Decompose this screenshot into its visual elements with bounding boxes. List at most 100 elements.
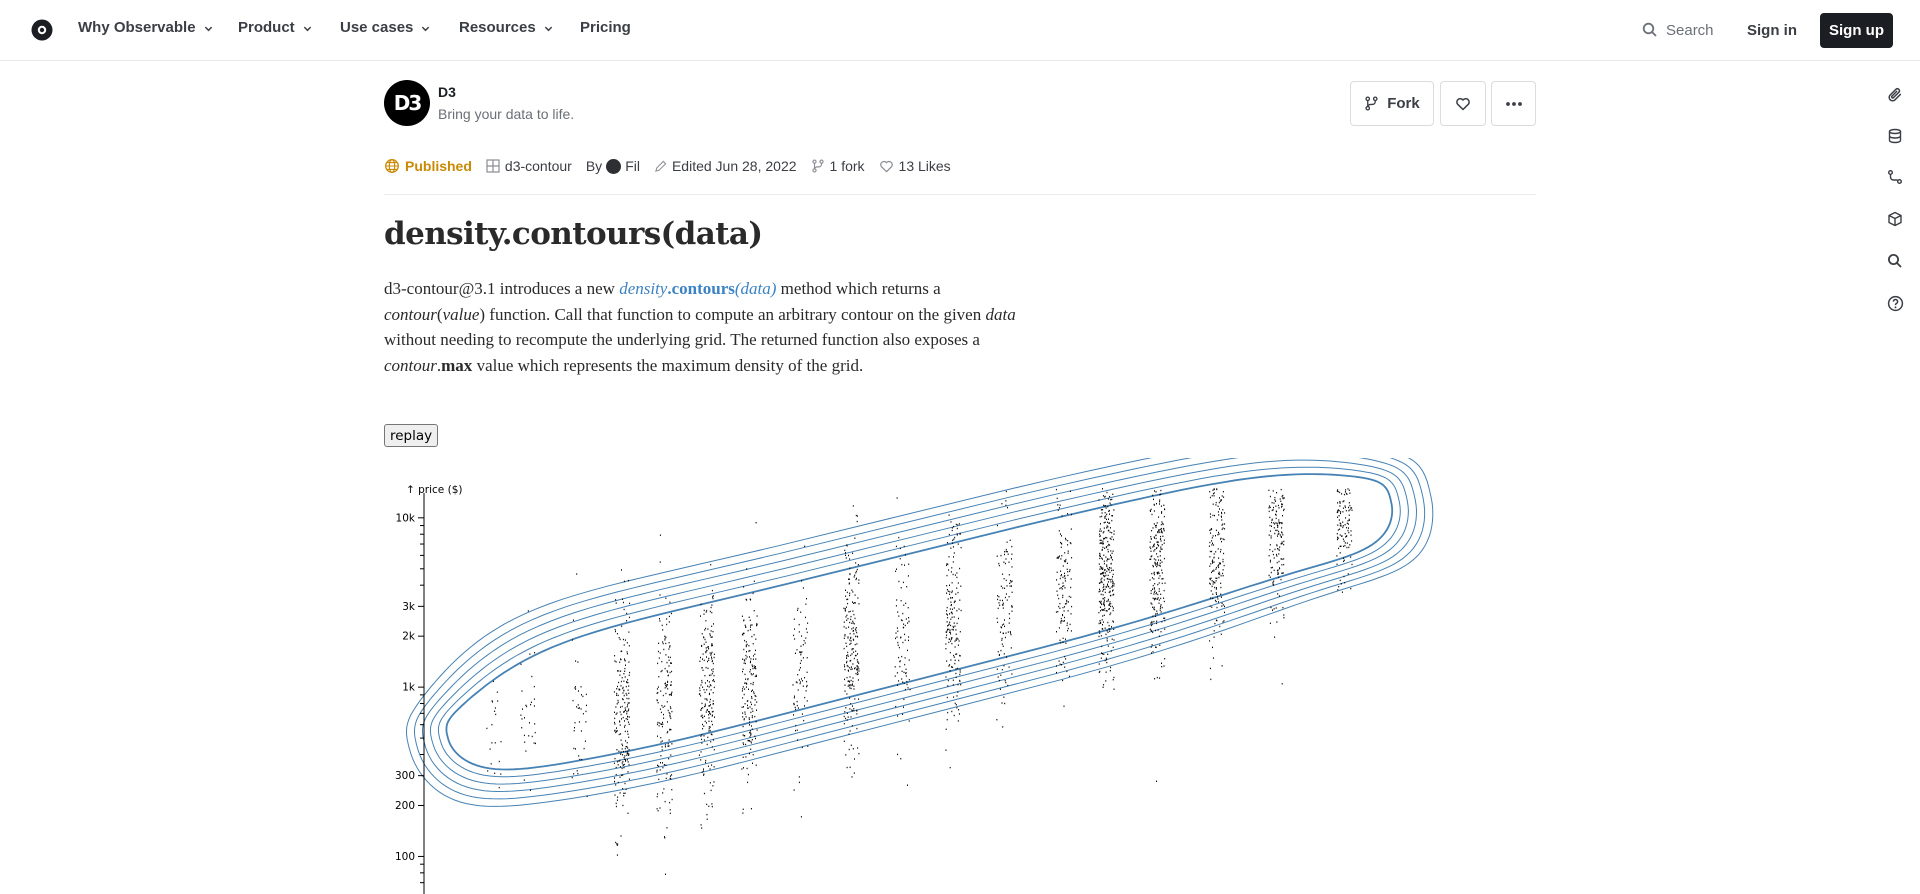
data-point: [1102, 495, 1104, 497]
data-point: [1111, 559, 1113, 561]
paperclip-icon[interactable]: [1884, 83, 1906, 105]
data-point: [947, 563, 949, 566]
data-point: [846, 614, 848, 616]
data-point: [850, 637, 852, 639]
nav-resources[interactable]: Resources: [459, 17, 553, 39]
data-point: [1059, 577, 1061, 580]
data-point: [1270, 606, 1272, 609]
data-point: [843, 637, 845, 639]
data-point: [658, 642, 660, 644]
data-point: [1268, 534, 1270, 536]
data-point: [1220, 499, 1222, 501]
data-point: [1100, 566, 1102, 569]
data-point: [1351, 540, 1353, 542]
data-point: [806, 671, 808, 673]
fork-button[interactable]: Fork: [1350, 81, 1434, 126]
data-point: [711, 589, 713, 592]
data-point: [750, 808, 752, 810]
data-point: [950, 547, 952, 549]
cube-icon[interactable]: [1884, 208, 1906, 230]
notebook-meta: Published d3-contour By Fil Edited Jun 2…: [384, 156, 965, 176]
data-point: [1001, 624, 1003, 626]
sign-in-link[interactable]: Sign in: [1747, 14, 1797, 46]
data-point: [1153, 544, 1154, 546]
data-point: [1060, 533, 1061, 535]
data-point: [1268, 505, 1270, 507]
nav-use-cases[interactable]: Use cases: [340, 17, 430, 39]
database-icon[interactable]: [1884, 125, 1906, 147]
author-avatar[interactable]: D3: [384, 80, 430, 126]
data-point: [955, 676, 957, 679]
data-point: [907, 607, 909, 609]
data-point: [1006, 599, 1008, 601]
published-badge[interactable]: Published: [384, 158, 472, 174]
data-point: [1103, 575, 1105, 577]
data-point: [1006, 551, 1008, 553]
data-point: [1110, 563, 1112, 565]
data-point: [849, 592, 851, 594]
nav-product[interactable]: Product: [238, 17, 312, 39]
data-point: [574, 687, 576, 689]
search-icon[interactable]: [1884, 250, 1906, 272]
data-point: [849, 573, 851, 575]
byline[interactable]: By Fil: [586, 158, 640, 174]
data-point: [706, 818, 708, 820]
data-point: [1215, 588, 1217, 590]
author-name[interactable]: D3: [438, 84, 456, 100]
data-point: [949, 631, 951, 633]
data-point: [905, 618, 907, 620]
data-point: [1348, 531, 1350, 534]
data-point: [849, 681, 851, 683]
data-point: [579, 758, 581, 761]
data-point: [1210, 678, 1212, 681]
collection-link[interactable]: d3-contour: [486, 158, 572, 174]
data-point: [617, 670, 618, 672]
likes-count[interactable]: 13 Likes: [879, 158, 951, 174]
data-point: [1099, 530, 1101, 532]
like-button[interactable]: [1440, 81, 1486, 126]
data-point: [795, 724, 797, 727]
data-point: [750, 599, 752, 601]
data-point: [713, 674, 715, 677]
data-point: [579, 707, 580, 709]
data-point: [1211, 537, 1213, 539]
nav-why-observable[interactable]: Why Observable: [78, 17, 213, 39]
data-point: [1351, 507, 1353, 509]
data-point: [619, 638, 621, 641]
data-point: [708, 646, 709, 648]
data-point: [626, 742, 628, 744]
help-icon[interactable]: [1884, 292, 1906, 314]
code-density-link[interactable]: density: [619, 279, 667, 298]
data-point: [1002, 573, 1004, 575]
replay-button[interactable]: replay: [384, 424, 439, 447]
data-point: [1103, 530, 1105, 533]
data-point: [755, 695, 757, 698]
data-point: [1109, 495, 1111, 498]
data-point: [711, 803, 713, 805]
data-point: [621, 677, 623, 679]
observable-logo[interactable]: [30, 18, 54, 42]
data-point: [898, 536, 900, 539]
data-point: [746, 656, 748, 658]
data-point: [1060, 546, 1062, 548]
sign-up-button[interactable]: Sign up: [1820, 13, 1893, 48]
forks-count[interactable]: 1 fork: [811, 158, 865, 174]
branch-icon[interactable]: [1884, 166, 1906, 188]
data-point: [1004, 551, 1006, 553]
search-button[interactable]: Search: [1642, 14, 1714, 46]
nav-pricing[interactable]: Pricing: [580, 17, 631, 39]
data-point: [665, 873, 666, 875]
data-point: [1105, 574, 1107, 577]
data-point: [1161, 527, 1163, 530]
data-point: [1336, 533, 1338, 535]
data-point: [520, 714, 522, 716]
data-point: [575, 688, 577, 690]
edited-date[interactable]: Edited Jun 28, 2022: [654, 158, 797, 174]
data-point: [1110, 650, 1112, 652]
data-point: [1213, 544, 1215, 546]
data-point: [945, 643, 947, 645]
more-options-button[interactable]: [1491, 81, 1536, 126]
data-point: [1151, 652, 1152, 654]
data-point: [749, 752, 750, 755]
code-contours-link[interactable]: contours: [672, 279, 735, 298]
